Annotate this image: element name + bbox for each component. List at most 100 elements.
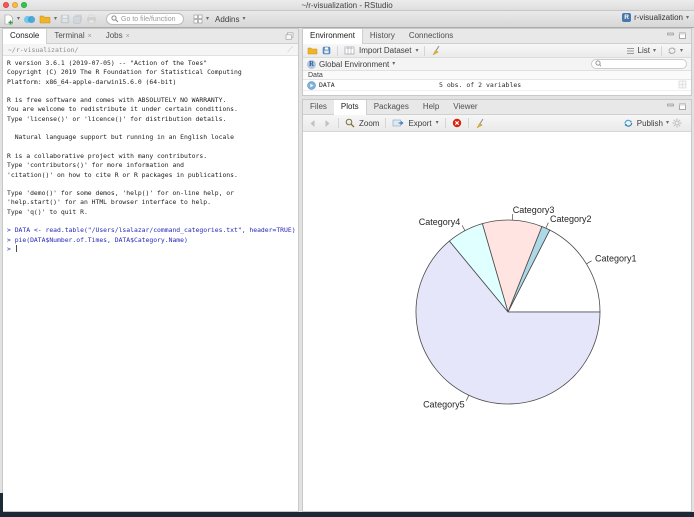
export-plot-icon <box>393 119 404 127</box>
tab-plots[interactable]: Plots <box>333 100 367 115</box>
maximize-pane-icon[interactable] <box>285 32 294 40</box>
publish-button[interactable]: Publish <box>637 119 663 128</box>
pie-label: Category4 <box>419 217 461 227</box>
open-file-caret-icon[interactable]: ▾ <box>54 16 57 22</box>
publish-icon <box>624 119 632 127</box>
tab-jobs[interactable]: Jobs × <box>99 29 137 43</box>
console-output-line: Type 'license()' or 'licence()' for dist… <box>7 114 227 123</box>
remove-plot-icon[interactable] <box>452 118 462 128</box>
refresh-caret-icon[interactable]: ▾ <box>680 48 683 54</box>
zoom-plot-icon[interactable] <box>345 118 355 128</box>
environment-object-row[interactable]: DATA 5 obs. of 2 variables <box>303 80 691 91</box>
console-input-line: > <box>7 244 17 253</box>
minimize-pane-icon[interactable] <box>666 103 675 111</box>
console-output-line: R is a collaborative project with many c… <box>7 151 208 160</box>
tab-environment[interactable]: Environment <box>303 29 363 44</box>
expand-object-icon[interactable] <box>307 80 316 90</box>
open-file-icon[interactable] <box>39 14 51 24</box>
project-menu-button[interactable]: R r-visualization ▾ <box>622 13 689 22</box>
console-panel: Console Terminal × Jobs × ~/r-visualizatio… <box>2 28 299 512</box>
environment-toolbar: Import Dataset ▾ List ▾ ▾ <box>303 44 691 58</box>
zoom-plot-button[interactable]: Zoom <box>359 119 379 128</box>
console-output-line: Natural language support but running in … <box>7 133 235 142</box>
addins-button[interactable]: Addins <box>215 15 239 24</box>
goto-file-icon <box>111 15 119 23</box>
grid-view-icon[interactable] <box>678 76 687 94</box>
console-output-line: Type 'demo()' for some demos, 'help()' f… <box>7 189 235 198</box>
working-directory[interactable]: ~/r-visualization/ <box>8 46 78 54</box>
r-logo-icon: R <box>307 59 316 69</box>
import-dataset-button[interactable]: Import Dataset <box>359 46 411 55</box>
addins-caret-icon[interactable]: ▾ <box>243 16 246 22</box>
window-edge-notch <box>0 493 3 512</box>
tab-packages[interactable]: Packages <box>367 100 416 114</box>
project-icon: R <box>622 13 632 22</box>
plot-canvas: Category1 Category2 Category3 Category4 Cate… <box>303 132 691 511</box>
pie-label: Category2 <box>550 214 592 224</box>
export-plot-caret-icon[interactable]: ▾ <box>436 120 439 126</box>
plots-tabbar: Files Plots Packages Help Viewer <box>303 100 691 115</box>
clear-workspace-icon[interactable] <box>431 45 442 56</box>
console-output-line: R version 3.6.1 (2019-07-05) -- "Action … <box>7 59 208 67</box>
environment-scope-button[interactable]: Global Environment <box>319 60 389 69</box>
previous-plot-icon <box>310 119 315 127</box>
window-bottom-edge <box>0 512 694 517</box>
minimize-pane-icon[interactable] <box>666 32 675 40</box>
maximize-pane-icon[interactable] <box>678 32 687 40</box>
pane-layout-caret-icon[interactable]: ▾ <box>206 16 209 22</box>
tab-files[interactable]: Files <box>303 100 334 114</box>
plots-panel: Files Plots Packages Help Viewer Zoom Ex… <box>302 99 692 512</box>
goto-file-input[interactable]: Go to file/function <box>106 13 185 25</box>
tab-close-icon[interactable]: × <box>88 33 92 40</box>
tab-terminal[interactable]: Terminal × <box>47 29 98 43</box>
tab-console[interactable]: Console <box>3 29 48 44</box>
pie-label: Category5 <box>423 399 465 409</box>
console-input-line: > DATA <- read.table("/Users/lsalazar/co… <box>7 226 296 235</box>
gear-icon[interactable] <box>672 118 682 128</box>
main-toolbar: ▾ ▾ Go to file/function ▾ Addins ▾ R r-v… <box>0 11 694 28</box>
new-project-icon[interactable] <box>23 14 36 25</box>
publish-caret-icon[interactable]: ▾ <box>666 120 669 126</box>
save-workspace-icon[interactable] <box>322 46 331 55</box>
object-summary: 5 obs. of 2 variables <box>439 81 522 89</box>
next-plot-icon <box>325 119 330 127</box>
console-output[interactable]: R version 3.6.1 (2019-07-05) -- "Action … <box>7 59 296 509</box>
pie-chart: Category1 Category2Category3 Category4 Cate… <box>415 205 637 409</box>
object-name: DATA <box>319 81 335 89</box>
import-dataset-caret-icon[interactable]: ▾ <box>415 48 418 54</box>
environment-tabbar: Environment History Connections <box>303 29 691 44</box>
tab-history[interactable]: History <box>363 29 402 43</box>
new-file-caret-icon[interactable]: ▾ <box>17 16 20 22</box>
load-workspace-icon[interactable] <box>307 46 318 55</box>
window-title: ~/r-visualization - RStudio <box>301 1 393 10</box>
tab-help[interactable]: Help <box>416 100 446 114</box>
project-caret-icon: ▾ <box>685 14 689 21</box>
working-directory-bar: ~/r-visualization/ ⟋ <box>3 44 298 56</box>
tab-viewer[interactable]: Viewer <box>446 100 484 114</box>
environment-scope-caret-icon[interactable]: ▾ <box>392 61 395 67</box>
list-view-button[interactable]: List <box>638 46 650 55</box>
goto-file-placeholder: Go to file/function <box>121 15 176 23</box>
console-output-line: 'help.start()' for an HTML browser inter… <box>7 198 211 207</box>
export-plot-button[interactable]: Export <box>408 119 431 128</box>
environment-search-input[interactable] <box>603 60 683 68</box>
list-view-caret-icon[interactable]: ▾ <box>653 48 656 54</box>
maximize-pane-icon[interactable] <box>678 103 687 111</box>
titlebar: ~/r-visualization - RStudio <box>0 0 694 11</box>
rstudio-window: ~/r-visualization - RStudio ▾ ▾ Go to fi… <box>0 0 694 517</box>
tab-connections[interactable]: Connections <box>402 29 460 43</box>
new-file-icon[interactable] <box>4 14 14 25</box>
refresh-icon[interactable] <box>667 46 677 55</box>
pie-label-tick <box>465 395 470 401</box>
text-cursor <box>15 244 17 252</box>
console-output-line: Copyright (C) 2019 The R Foundation for … <box>7 68 242 77</box>
pane-layout-icon[interactable] <box>193 14 203 24</box>
import-dataset-icon <box>344 46 355 55</box>
save-icon <box>60 14 70 24</box>
console-output-line: 'citation()' on how to cite R or R packa… <box>7 170 238 179</box>
clear-plots-icon[interactable] <box>475 118 486 129</box>
tab-close-icon[interactable]: × <box>126 33 130 40</box>
console-tabbar: Console Terminal × Jobs × <box>3 29 298 44</box>
